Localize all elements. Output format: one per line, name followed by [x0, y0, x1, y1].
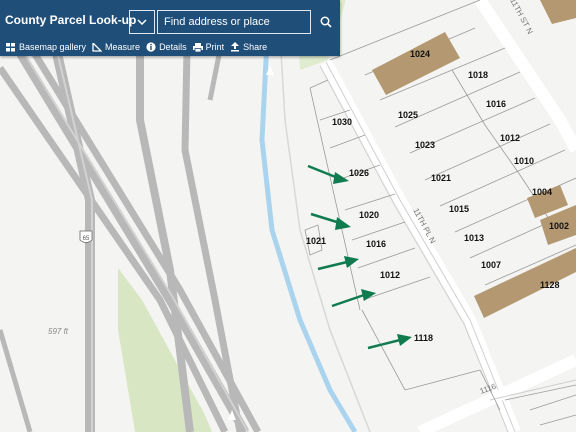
parcel-label: 1030 [332, 117, 352, 127]
search-button[interactable] [312, 10, 339, 34]
interstate-number: 65 [83, 236, 90, 242]
share-label: Share [243, 42, 268, 52]
print-button[interactable]: Print [192, 42, 225, 52]
parcel-label: 1118 [414, 333, 433, 343]
search-box [157, 10, 311, 34]
grid-icon [6, 42, 15, 51]
details-button[interactable]: Details [146, 42, 187, 52]
parcel-label: 1016 [486, 99, 506, 109]
toolbar-tools: Basemap gallery Measure Details Print Sh… [0, 40, 267, 54]
parcel-label: 1002 [549, 221, 569, 231]
search-source-dropdown[interactable] [129, 10, 155, 34]
share-icon [231, 42, 240, 52]
parcel-label: 1012 [380, 270, 400, 280]
info-icon [146, 42, 156, 52]
parcel-label: 1021 [431, 173, 451, 183]
parcel-label: 1128 [540, 280, 560, 290]
map-canvas[interactable]: 1024 1018 1025 1016 1030 1023 1012 1010 … [0, 0, 576, 432]
parcel-label: 1007 [481, 260, 501, 270]
parcel-label: 1021 [306, 236, 326, 246]
parcel-label: 1010 [514, 156, 534, 166]
parcel-label: 1025 [398, 110, 418, 120]
parcel-label: 1023 [415, 140, 435, 150]
ruler-icon [92, 42, 103, 52]
basemap-gallery-button[interactable]: Basemap gallery [6, 42, 86, 52]
print-label: Print [205, 42, 225, 52]
details-label: Details [159, 42, 187, 52]
measure-label: Measure [105, 42, 141, 52]
parcel-label: 1018 [468, 70, 488, 80]
parcel-label: 1026 [349, 168, 369, 178]
parcel-label: 1015 [449, 204, 469, 214]
parcel-label: 1013 [464, 233, 484, 243]
measure-button[interactable]: Measure [92, 42, 140, 52]
app-title: County Parcel Look-up [5, 13, 137, 27]
parcel-label: 1016 [366, 239, 386, 249]
search-icon [320, 16, 332, 28]
search-input[interactable] [164, 16, 310, 28]
interstate-shield-icon: 65 [79, 230, 93, 243]
parcel-label: 1012 [500, 133, 520, 143]
chevron-down-icon [137, 19, 147, 25]
basemap-gallery-label: Basemap gallery [19, 42, 87, 52]
elevation-label: 597 ft [48, 327, 69, 336]
app-toolbar: County Parcel Look-up Basemap gallery Me… [0, 0, 340, 56]
parcel-label: 1020 [359, 210, 379, 220]
share-button[interactable]: Share [230, 42, 267, 52]
printer-icon [192, 42, 203, 52]
parcel-label: 1004 [532, 187, 552, 197]
parcel-label: 1024 [410, 49, 430, 59]
